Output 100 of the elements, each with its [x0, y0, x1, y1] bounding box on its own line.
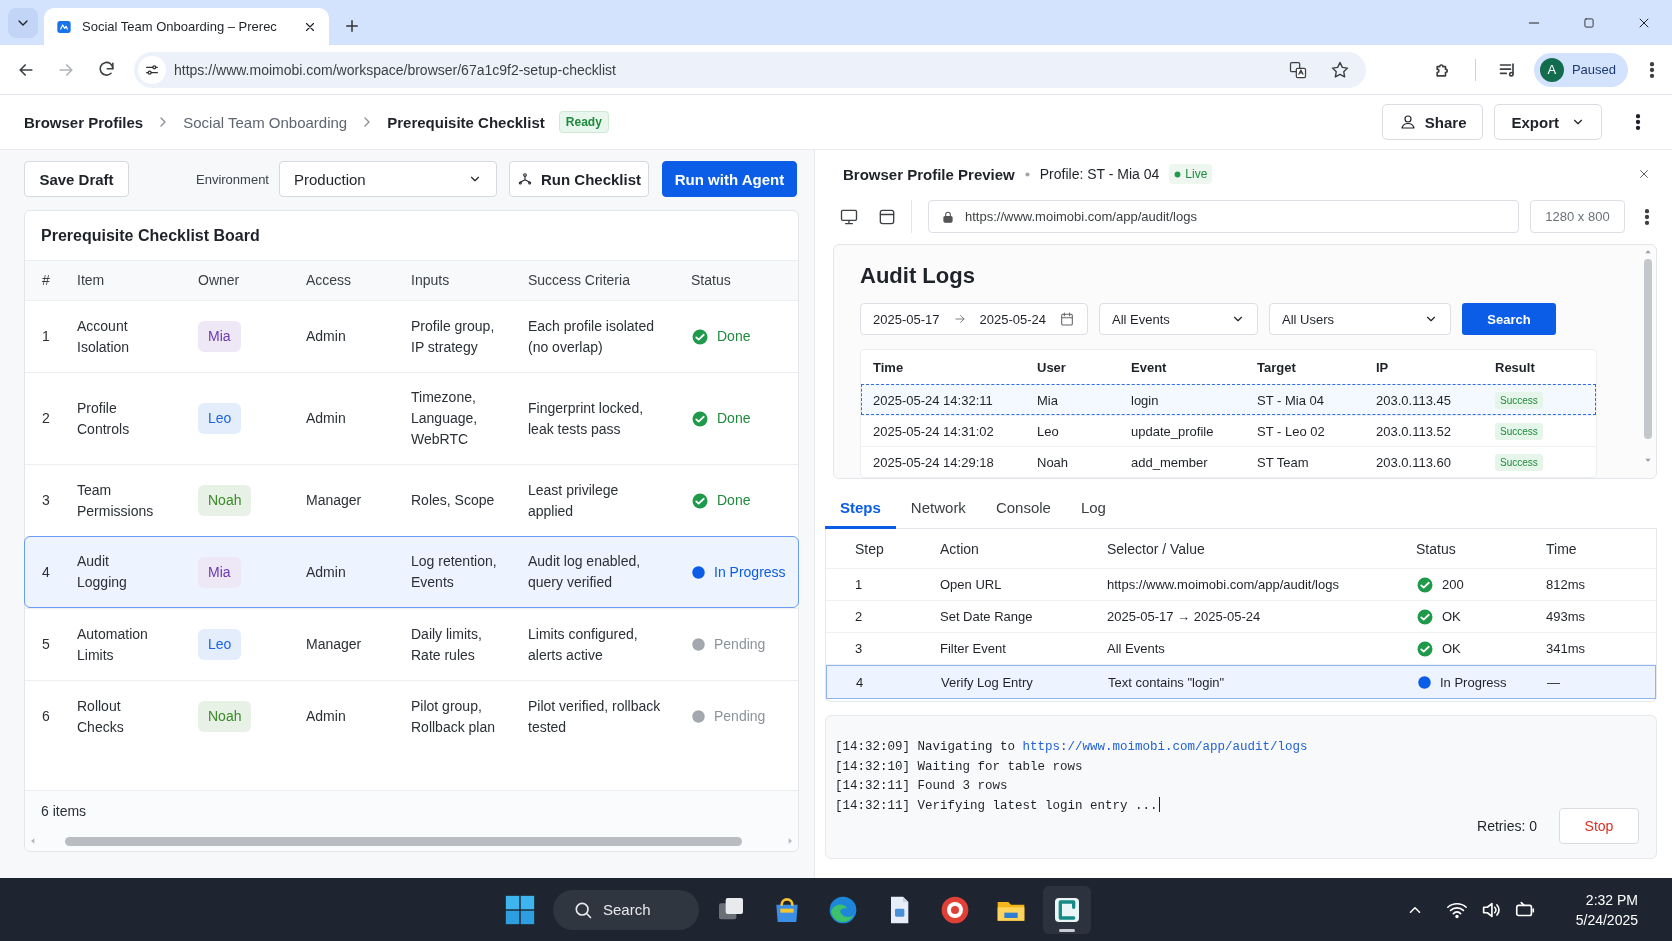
export-button[interactable]: Export [1494, 104, 1602, 140]
table-cell-text: Audit Logging [77, 552, 128, 592]
date-range-field[interactable]: 2025-05-17 2025-05-24 [860, 303, 1088, 335]
status-label: Done [717, 327, 751, 346]
taskbar-search[interactable]: Search [553, 889, 699, 930]
share-button[interactable]: Share [1381, 104, 1484, 140]
breadcrumb-link[interactable]: Prerequisite Checklist [387, 113, 545, 131]
table-row[interactable]: 4 Verify Log Entry Text contains "login" In Progress — [826, 665, 1656, 699]
column-header: Action [940, 540, 980, 557]
browser-tab[interactable]: Social Team Onboarding – Prerec [44, 8, 329, 45]
page-title: Audit Logs [860, 263, 976, 289]
table-cell-text: Automation Limits [77, 624, 149, 665]
table-row[interactable]: 2025-05-24 14:31:02 Leo update_profile ST - Leo 02 203.0.113.52 Success [861, 415, 1596, 446]
column-header: # [42, 271, 51, 290]
table-cell-text: 6 [42, 707, 51, 726]
search-button[interactable]: Search [1462, 303, 1556, 335]
status-label: OK [1442, 609, 1461, 624]
status-label: Pending [714, 707, 766, 726]
table-cell-text: 4 [42, 562, 51, 582]
table-cell-text: Each profile isolated (no overlap) [528, 316, 656, 357]
table-cell-text: Rollout Checks [77, 696, 125, 737]
profile-button[interactable]: A Paused [1533, 52, 1628, 87]
table-cell-text: ST - Mia 04 [1257, 392, 1325, 408]
table-cell-text: login [1131, 392, 1160, 408]
table-cell-text: Admin [306, 409, 347, 428]
table-row[interactable]: 2025-05-24 14:32:11 Mia login ST - Mia 04 203.0.113.45 Success [861, 384, 1596, 415]
status-badge: Ready [558, 111, 609, 133]
run-checklist-button[interactable]: Run Checklist [509, 161, 649, 197]
table-row[interactable]: 4 Audit Logging Mia Admin Log retention, Events Audit log enabled, query verified In Progress [24, 536, 799, 608]
reload-icon[interactable] [96, 60, 116, 79]
horizontal-scrollbar[interactable] [25, 831, 798, 851]
table-cell-text: 2 [42, 409, 51, 428]
breadcrumb-link[interactable]: Social Team Onboarding [183, 113, 348, 131]
column-header: Status [691, 271, 732, 290]
event-select[interactable]: All Events [1099, 303, 1258, 335]
tab[interactable]: Steps [825, 488, 896, 529]
column-header: Status [1416, 540, 1457, 557]
new-tab-icon[interactable] [343, 17, 361, 35]
tab-search-button[interactable] [8, 8, 38, 38]
table-cell-text: Log retention, Events [411, 552, 498, 592]
owner-tag: Mia [198, 556, 241, 588]
save-draft-button[interactable]: Save Draft [24, 161, 129, 197]
table-cell-text: Admin [306, 562, 347, 582]
table-row[interactable]: 1 Open URL https://www.moimobi.com/app/audit/logs 200 812ms [826, 569, 1656, 601]
table-cell-text: 2 [855, 609, 864, 624]
table-cell-text: 493ms [1546, 609, 1587, 624]
table-cell-text: 2025-05-17 → 2025-05-24 [1107, 609, 1262, 624]
url-field[interactable]: https://www.moimobi.com/app/audit/logs [928, 200, 1519, 233]
calendar-icon [1059, 311, 1075, 327]
column-header: Time [873, 359, 905, 375]
table-cell-text: 3 [42, 491, 51, 510]
column-header: Event [1131, 359, 1168, 375]
maximize-icon[interactable] [1582, 15, 1596, 30]
tab[interactable]: Network [895, 488, 981, 529]
console-line: [14:32:09] Navigating to https://www.moimobi.com/app/audit/logs [835, 739, 1309, 756]
breadcrumb-link[interactable]: Browser Profiles [24, 113, 144, 131]
user-select[interactable]: All Users [1269, 303, 1451, 335]
lock-icon [941, 209, 955, 224]
table-row[interactable]: 6 Rollout Checks Noah Admin Pilot group, Rollback plan Pilot verified, rollback tested Pending [25, 680, 798, 752]
table-row[interactable]: 5 Automation Limits Leo Manager Daily limits, Rate rules Limits configured, alerts active Pending [25, 608, 798, 680]
tab[interactable]: Log [1065, 488, 1121, 529]
table-cell-text: Timezone, Language, WebRTC [411, 388, 479, 449]
table-cell-text: add_member [1131, 454, 1209, 470]
close-icon[interactable] [1637, 167, 1651, 181]
separator-dot [1024, 171, 1030, 177]
panel-title: Browser Profile Preview [843, 165, 1015, 183]
stop-button[interactable]: Stop [1559, 808, 1639, 844]
clock[interactable]: 2:32 PM 5/24/2025 [1575, 889, 1638, 930]
table-cell-text: Admin [306, 707, 347, 726]
owner-tag: Leo [198, 629, 242, 660]
run-with-agent-button[interactable]: Run with Agent [662, 161, 797, 197]
taskbar-app[interactable] [1043, 885, 1091, 934]
table-cell-text: Text contains "login" [1108, 674, 1226, 690]
column-header: Selector / Value [1107, 540, 1206, 557]
tab[interactable]: Console [980, 488, 1066, 529]
viewport-size-field[interactable]: 1280 x 800 [1530, 200, 1625, 233]
table-cell-text: Roles, Scope [411, 491, 496, 510]
table-cell-text: 203.0.113.45 [1376, 392, 1452, 408]
result-badge: Success [1495, 391, 1543, 409]
column-header: Result [1495, 359, 1536, 375]
table-cell-text: Least privilege applied [528, 480, 620, 521]
address-bar[interactable]: https://www.moimobi.com/workspace/browser/67a1c9f2-setup-checklist [134, 51, 1366, 88]
console-line: [14:32:11] Found 3 rows [835, 778, 1009, 795]
table-cell-text: Manager [306, 491, 363, 510]
table-cell-text: 812ms [1546, 577, 1587, 592]
profile-name: Profile: ST - Mia 04 [1039, 166, 1160, 182]
branch-icon [516, 171, 533, 187]
table-cell-text: Pilot group, Rollback plan [411, 696, 497, 737]
table-cell-text: Verify Log Entry [941, 674, 1034, 690]
star-icon[interactable] [1330, 59, 1350, 80]
console-link[interactable]: https://www.moimobi.com/app/audit/logs [1022, 740, 1308, 754]
translate-icon[interactable] [1288, 59, 1308, 80]
table-row[interactable]: 2 Set Date Range 2025-05-17 → 2025-05-24 OK 493ms [826, 601, 1656, 633]
table-row[interactable]: 2025-05-24 14:29:18 Noah add_member ST Team 203.0.113.60 Success [861, 446, 1596, 477]
table-cell-text: Audit log enabled, query verified [528, 552, 642, 592]
status-label: In Progress [714, 562, 786, 582]
table-cell-text: 2025-05-24 14:32:11 [873, 392, 994, 408]
table-row[interactable]: 1 Account Isolation Mia Admin Profile group, IP strategy Each profile isolated (no overlap) Done [25, 300, 798, 372]
table-row[interactable]: 2 Profile Controls Leo Admin Timezone, Language, WebRTC Fingerprint locked, leak tests pass Done [25, 372, 798, 464]
environment-select[interactable]: Production [279, 161, 497, 197]
